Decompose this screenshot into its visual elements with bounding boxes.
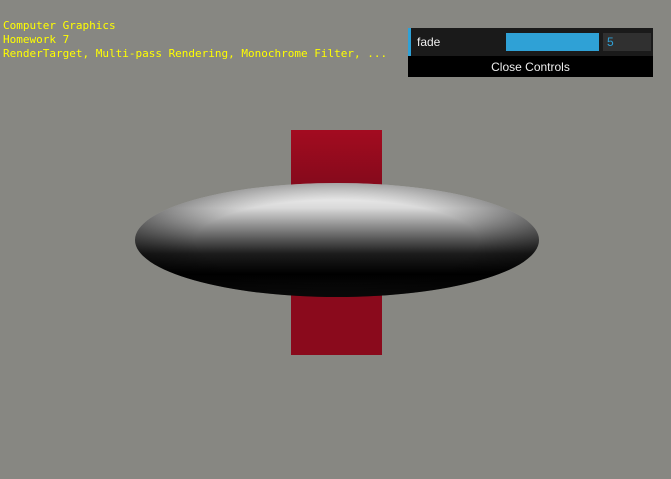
close-controls-button[interactable]: Close Controls (408, 57, 653, 77)
info-text: Computer Graphics Homework 7 RenderTarge… (3, 19, 387, 61)
fade-control-row: fade 5 (408, 28, 653, 56)
fade-slider-fill (506, 33, 599, 51)
info-title: Computer Graphics (3, 19, 116, 32)
controls-panel: fade 5 Close Controls (408, 28, 653, 77)
fade-label: fade (417, 35, 441, 49)
torus-shading (135, 183, 539, 297)
fade-slider[interactable] (506, 33, 599, 51)
info-description: RenderTarget, Multi-pass Rendering, Mono… (3, 47, 388, 60)
info-subtitle: Homework 7 (3, 33, 70, 46)
fade-value-input[interactable]: 5 (603, 33, 651, 51)
red-plane-bottom (291, 290, 382, 355)
